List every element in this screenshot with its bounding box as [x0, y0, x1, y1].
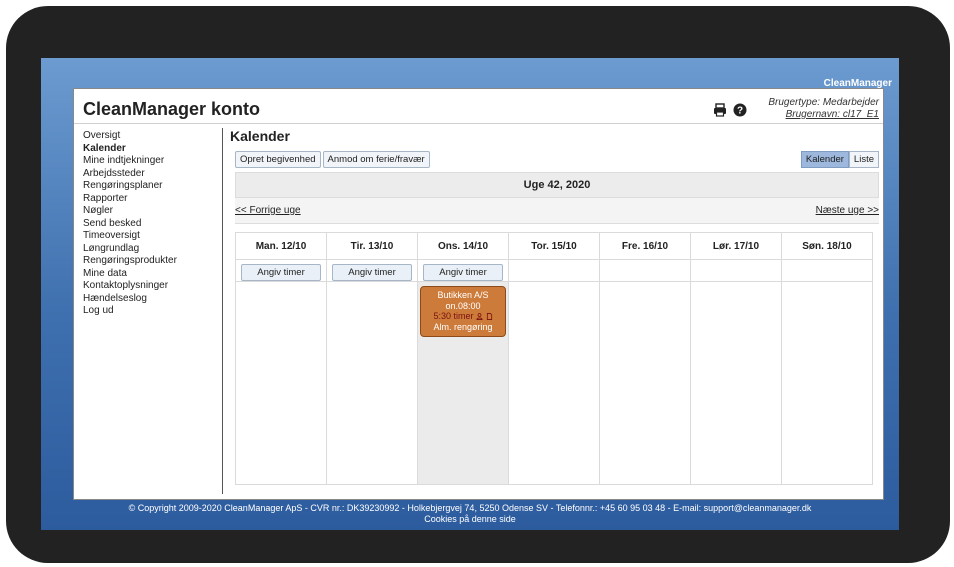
day-hours-cell	[690, 259, 782, 282]
sidebar-item-kalender[interactable]: Kalender	[83, 143, 223, 156]
day-events-row: Butikken A/S on.08:00 5:30 timer Alm. re…	[235, 281, 873, 485]
sidebar-item-send-besked[interactable]: Send besked	[83, 218, 223, 231]
sidebar-item-oversigt[interactable]: Oversigt	[83, 130, 223, 143]
event-time: on.08:00	[445, 300, 481, 311]
day-cell-wed[interactable]: Butikken A/S on.08:00 5:30 timer Alm. re…	[417, 281, 509, 485]
sidebar-item-kontaktoplysninger[interactable]: Kontaktoplysninger	[83, 280, 223, 293]
calendar-event[interactable]: Butikken A/S on.08:00 5:30 timer Alm. re…	[420, 286, 506, 337]
day-header: Man. 12/10	[235, 232, 327, 260]
create-event-button[interactable]: Opret begivenhed	[235, 151, 321, 168]
view-list-button[interactable]: Liste	[848, 151, 879, 168]
view-calendar-button[interactable]: Kalender	[800, 151, 849, 168]
header-divider	[74, 123, 883, 124]
day-cell-tue[interactable]	[326, 281, 418, 485]
help-icon[interactable]: ?	[733, 103, 747, 117]
previous-week-link[interactable]: << Forrige uge	[235, 205, 301, 216]
sidebar-item-rapporter[interactable]: Rapporter	[83, 193, 223, 206]
document-icon	[486, 313, 492, 320]
day-hours-cell: Angiv timer	[417, 259, 509, 282]
next-week-link[interactable]: Næste uge >>	[816, 205, 879, 216]
app-screen: CleanManager CleanManager konto ? Bruger…	[41, 58, 899, 530]
print-icon[interactable]	[713, 103, 727, 117]
log-hours-row: Angiv timer Angiv timer Angiv timer	[235, 259, 873, 282]
sidebar-item-rengoeringsplaner[interactable]: Rengøringsplaner	[83, 180, 223, 193]
day-header: Tor. 15/10	[508, 232, 600, 260]
day-cell-mon[interactable]	[235, 281, 327, 485]
event-place: Butikken A/S	[437, 290, 489, 300]
event-hours: 5:30 timer	[423, 311, 503, 322]
user-info: Brugertype: Medarbejder Brugernavn: cl17…	[768, 97, 879, 121]
sidebar-item-log-ud[interactable]: Log ud	[83, 305, 223, 318]
event-task: Alm. rengøring	[433, 321, 493, 332]
day-header: Ons. 14/10	[417, 232, 509, 260]
sidebar-item-mine-data[interactable]: Mine data	[83, 268, 223, 281]
day-hours-cell	[781, 259, 873, 282]
sidebar-item-haendelseslog[interactable]: Hændelseslog	[83, 293, 223, 306]
day-hours-cell: Angiv timer	[326, 259, 418, 282]
svg-text:?: ?	[737, 106, 743, 117]
day-header: Fre. 16/10	[599, 232, 691, 260]
sidebar-item-loengrundlag[interactable]: Løngrundlag	[83, 243, 223, 256]
day-hours-cell: Angiv timer	[235, 259, 327, 282]
user-name: Brugernavn: cl17_E1	[785, 109, 879, 120]
view-toggle: Kalender Liste	[800, 151, 879, 168]
day-cell-fri[interactable]	[599, 281, 691, 485]
device-frame: CleanManager CleanManager konto ? Bruger…	[6, 6, 950, 563]
main-content: Kalender Opret begivenhed Anmod om ferie…	[229, 128, 879, 485]
day-cell-sat[interactable]	[690, 281, 782, 485]
request-leave-button[interactable]: Anmod om ferie/fravær	[322, 151, 430, 168]
day-hours-cell	[599, 259, 691, 282]
log-hours-button-tue[interactable]: Angiv timer	[332, 264, 412, 281]
week-calendar: Man. 12/10 Tir. 13/10 Ons. 14/10 Tor. 15…	[235, 232, 873, 485]
log-hours-button-wed[interactable]: Angiv timer	[423, 264, 503, 281]
day-cell-sun[interactable]	[781, 281, 873, 485]
calendar-toolbar: Opret begivenhed Anmod om ferie/fravær K…	[235, 151, 879, 169]
person-icon	[476, 313, 483, 320]
sidebar-item-timeoversigt[interactable]: Timeoversigt	[83, 230, 223, 243]
sidebar-item-mine-indtjekninger[interactable]: Mine indtjekninger	[83, 155, 223, 168]
day-header: Tir. 13/10	[326, 232, 418, 260]
page-title: Kalender	[230, 128, 290, 144]
account-panel: CleanManager konto ? Brugertype: Medarbe…	[73, 88, 884, 500]
sidebar-nav: Oversigt Kalender Mine indtjekninger Arb…	[83, 130, 223, 318]
day-header-row: Man. 12/10 Tir. 13/10 Ons. 14/10 Tor. 15…	[235, 232, 873, 260]
sidebar-item-noegler[interactable]: Nøgler	[83, 205, 223, 218]
user-type: Brugertype: Medarbejder	[768, 97, 879, 108]
sidebar-item-arbejdssteder[interactable]: Arbejdssteder	[83, 168, 223, 181]
sidebar-divider	[222, 128, 223, 494]
cookies-link[interactable]: Cookies på denne side	[41, 514, 899, 525]
log-hours-button-mon[interactable]: Angiv timer	[241, 264, 321, 281]
day-header: Lør. 17/10	[690, 232, 782, 260]
week-navigation: << Forrige uge Næste uge >>	[235, 198, 879, 224]
sidebar-item-rengoeringsprodukter[interactable]: Rengøringsprodukter	[83, 255, 223, 268]
week-label: Uge 42, 2020	[235, 172, 879, 198]
panel-title: CleanManager konto	[83, 99, 261, 119]
day-header: Søn. 18/10	[781, 232, 873, 260]
footer: © Copyright 2009-2020 CleanManager ApS -…	[41, 503, 899, 525]
day-cell-thu[interactable]	[508, 281, 600, 485]
header-icons: ?	[713, 103, 747, 117]
day-hours-cell	[508, 259, 600, 282]
copyright-text: © Copyright 2009-2020 CleanManager ApS -…	[128, 503, 812, 513]
